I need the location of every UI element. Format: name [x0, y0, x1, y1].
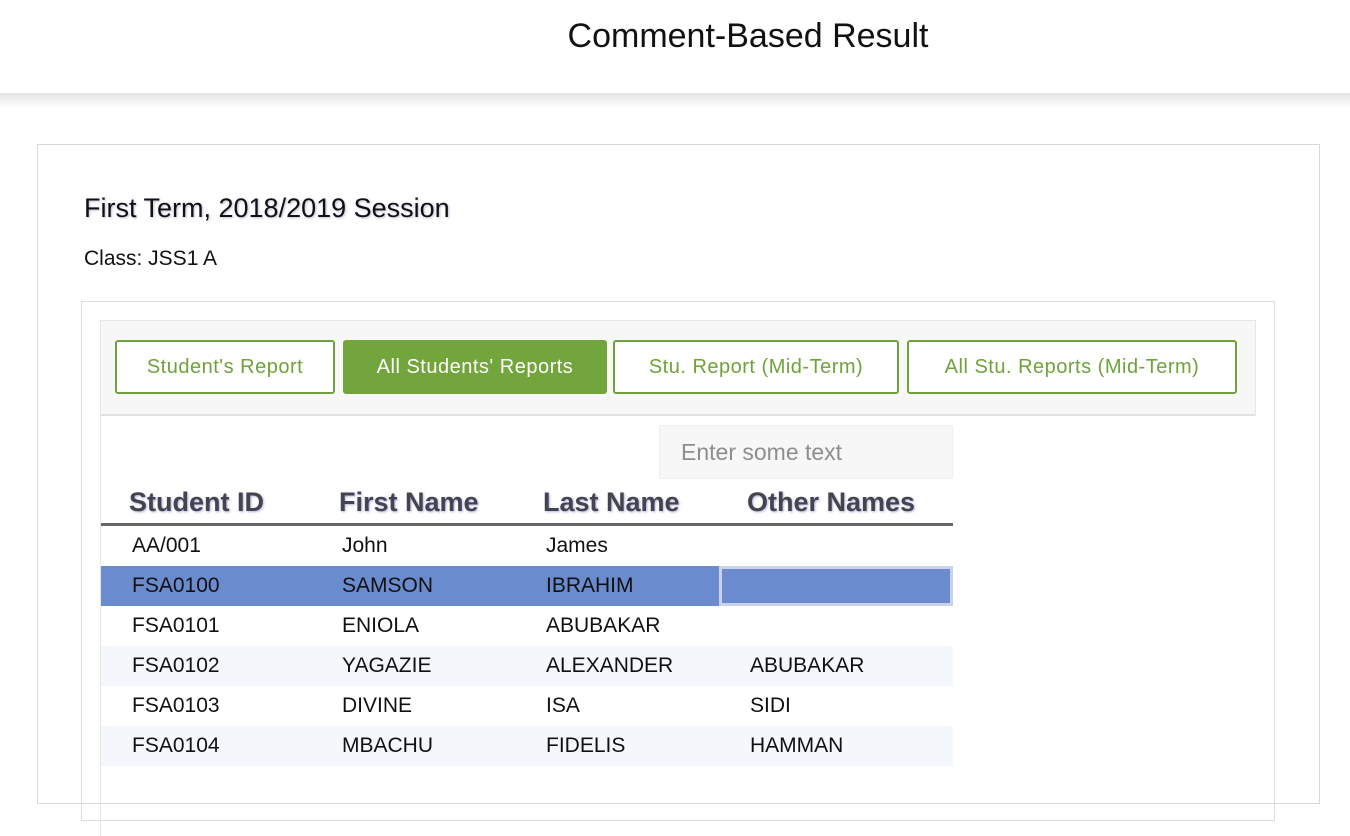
class-label: Class: JSS1 A — [84, 247, 218, 270]
table-row[interactable]: FSA0103 DIVINE ISA SIDI — [101, 686, 953, 726]
cell-student-id: AA/001 — [132, 534, 201, 557]
column-header-last-name[interactable]: Last Name — [543, 487, 680, 518]
cell-student-id: FSA0103 — [132, 694, 220, 717]
students-table: Student ID First Name Last Name Other Na… — [101, 482, 953, 766]
cell-first-name: DIVINE — [342, 694, 413, 717]
result-card: First Term, 2018/2019 Session Class: JSS… — [37, 144, 1320, 836]
cell-first-name: SAMSON — [342, 574, 434, 597]
cell-other-names: SIDI — [750, 694, 791, 717]
table-row[interactable]: AA/001 John James — [101, 526, 953, 566]
table-row-selected[interactable]: FSA0100 SAMSON IBRAHIM — [101, 566, 953, 606]
cell-first-name: John — [342, 534, 388, 557]
tab-students-report[interactable]: Student's Report — [115, 340, 335, 394]
page-title: Comment-Based Result — [567, 17, 929, 55]
cell-last-name: IBRAHIM — [546, 574, 634, 597]
table-header: Student ID First Name Last Name Other Na… — [101, 482, 953, 526]
cell-last-name: ABUBAKAR — [546, 614, 661, 637]
cell-other-names-editor[interactable] — [719, 566, 953, 606]
column-header-first-name[interactable]: First Name — [339, 487, 479, 518]
cell-other-names: HAMMAN — [750, 734, 844, 757]
cell-last-name: FIDELIS — [546, 734, 626, 757]
cell-last-name: ALEXANDER — [546, 654, 674, 677]
top-bar: Comment-Based Result — [0, 0, 1350, 95]
table-row[interactable]: FSA0104 MBACHU FIDELIS HAMMAN — [101, 726, 953, 766]
cell-first-name: YAGAZIE — [342, 654, 432, 677]
cell-last-name: James — [546, 534, 608, 557]
cell-last-name: ISA — [546, 694, 580, 717]
cell-student-id: FSA0100 — [132, 574, 220, 597]
top-bar-shadow — [0, 93, 1350, 109]
table-row[interactable]: FSA0101 ENIOLA ABUBAKAR — [101, 606, 953, 646]
cell-first-name: MBACHU — [342, 734, 434, 757]
cell-student-id: FSA0101 — [132, 614, 220, 637]
term-title: First Term, 2018/2019 Session — [84, 193, 450, 223]
reports-panel: Student's Report All Students' Reports S… — [81, 301, 1275, 836]
cell-student-id: FSA0104 — [132, 734, 220, 757]
tab-all-stu-reports-mid-term[interactable]: All Stu. Reports (Mid-Term) — [907, 340, 1237, 394]
column-header-other-names[interactable]: Other Names — [747, 487, 915, 518]
table-row[interactable]: FSA0102 YAGAZIE ALEXANDER ABUBAKAR — [101, 646, 953, 686]
students-table-panel: Student ID First Name Last Name Other Na… — [100, 416, 1256, 836]
tab-stu-report-mid-term[interactable]: Stu. Report (Mid-Term) — [613, 340, 899, 394]
column-header-student-id[interactable]: Student ID — [129, 487, 264, 518]
search-input[interactable] — [659, 425, 953, 479]
tab-all-students-reports[interactable]: All Students' Reports — [343, 340, 607, 394]
cell-student-id: FSA0102 — [132, 654, 220, 677]
cell-other-names: ABUBAKAR — [750, 654, 865, 677]
cell-first-name: ENIOLA — [342, 614, 420, 637]
report-tabs: Student's Report All Students' Reports S… — [100, 320, 1256, 416]
